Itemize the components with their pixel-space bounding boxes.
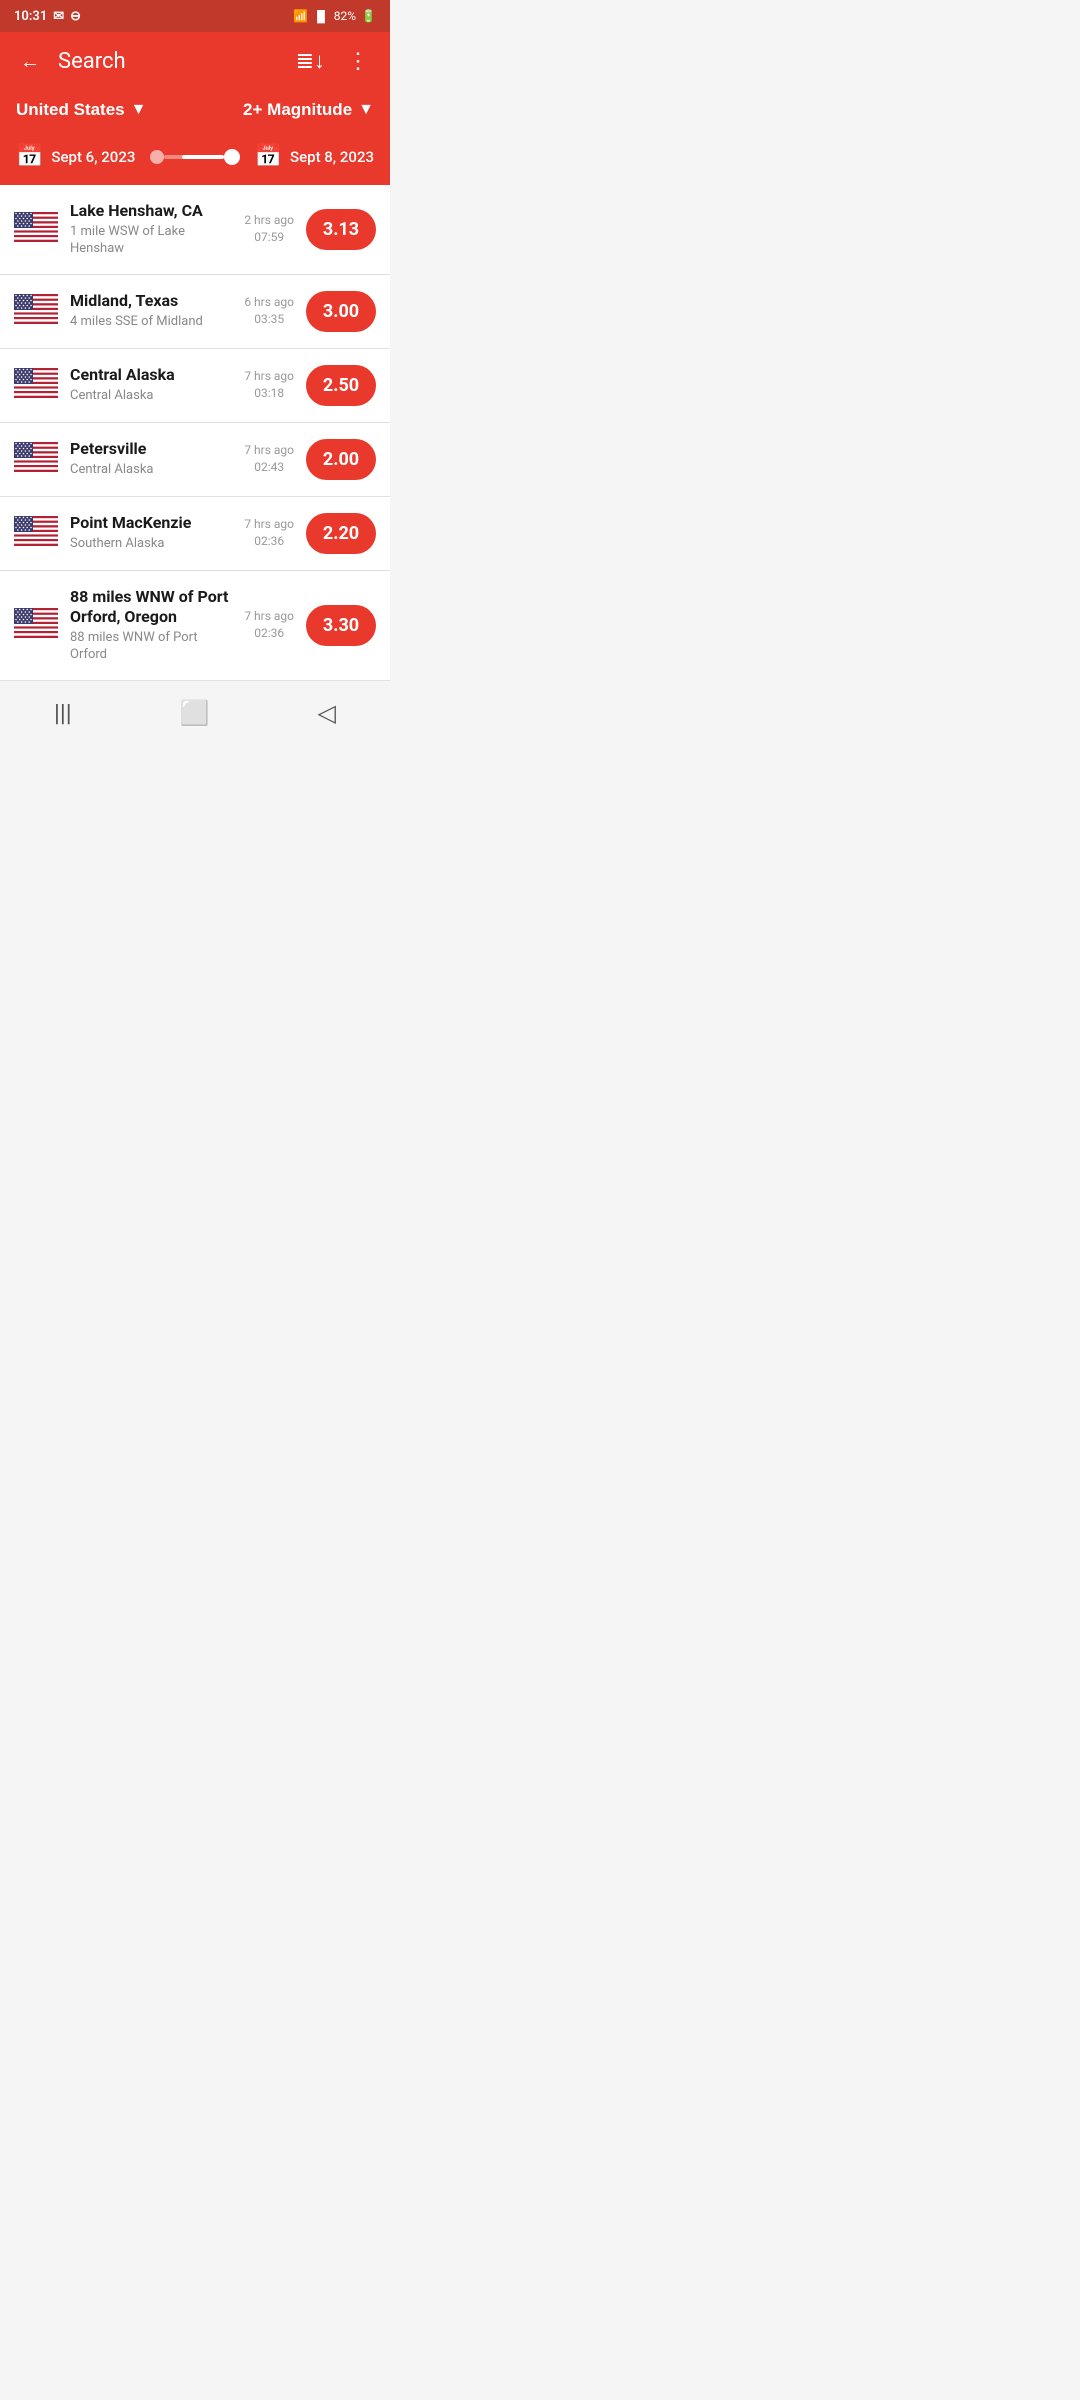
end-date-label: Sept 8, 2023 (290, 148, 374, 166)
more-button[interactable]: ⋮ (343, 45, 374, 78)
quake-title: 88 miles WNW of Port Orford, Oregon (70, 587, 232, 629)
top-bar: ← Search ≣↓ ⋮ (0, 32, 390, 90)
quake-title: Petersville (70, 439, 232, 460)
start-date[interactable]: 📅 Sept 6, 2023 (16, 144, 135, 169)
filter-row: United States ▼ 2+ Magnitude ▼ (0, 90, 390, 134)
quake-title: Point MacKenzie (70, 513, 232, 534)
slider-left-handle[interactable] (150, 150, 164, 164)
quake-title: Lake Henshaw, CA (70, 201, 232, 222)
battery-text: 82% (334, 9, 356, 23)
flag-icon (14, 294, 58, 328)
slider-right-handle[interactable] (224, 149, 240, 165)
quake-info: Petersville Central Alaska (70, 439, 232, 479)
list-item[interactable]: Point MacKenzie Southern Alaska 7 hrs ago0… (0, 497, 390, 571)
status-left: 10:31 ✉ ⊖ (14, 9, 81, 24)
flag-icon (14, 368, 58, 402)
quake-time: 7 hrs ago02:36 (244, 516, 294, 550)
quake-title: Central Alaska (70, 365, 232, 386)
list-item[interactable]: Midland, Texas 4 miles SSE of Midland 6 hr… (0, 275, 390, 349)
quake-time: 7 hrs ago02:43 (244, 442, 294, 476)
minus-circle-icon: ⊖ (70, 9, 81, 24)
list-item[interactable]: Central Alaska Central Alaska 7 hrs ago03:… (0, 349, 390, 423)
magnitude-badge: 3.30 (306, 605, 376, 646)
quake-info: Central Alaska Central Alaska (70, 365, 232, 405)
page-title: Search (58, 49, 278, 74)
calendar-start-icon: 📅 (16, 144, 43, 169)
quake-time: 6 hrs ago03:35 (244, 294, 294, 328)
slider-fill (182, 155, 224, 159)
quake-subtitle: Central Alaska (70, 462, 232, 479)
flag-icon (14, 442, 58, 476)
magnitude-filter-label: 2+ Magnitude (243, 100, 352, 120)
magnitude-badge: 3.00 (306, 291, 376, 332)
quake-info: Point MacKenzie Southern Alaska (70, 513, 232, 553)
quake-subtitle: 4 miles SSE of Midland (70, 314, 232, 331)
slider-track (164, 155, 224, 159)
quake-info: Midland, Texas 4 miles SSE of Midland (70, 291, 232, 331)
magnitude-chevron-icon: ▼ (358, 101, 374, 119)
recents-nav-button[interactable]: ||| (34, 695, 92, 731)
status-bar: 10:31 ✉ ⊖ 📶 ▐▌ 82% 🔋 (0, 0, 390, 32)
quake-time: 2 hrs ago07:59 (244, 212, 294, 246)
back-button[interactable]: ← (16, 45, 44, 78)
start-date-label: Sept 6, 2023 (51, 148, 135, 166)
status-time: 10:31 (14, 9, 47, 24)
sort-button[interactable]: ≣↓ (292, 44, 329, 78)
wifi-icon: 📶 (293, 9, 308, 23)
earthquake-list: Lake Henshaw, CA1 mile WSW of Lake Hensh… (0, 185, 390, 680)
quake-title: Midland, Texas (70, 291, 232, 312)
magnitude-filter-dropdown[interactable]: 2+ Magnitude ▼ (243, 100, 374, 120)
flag-icon (14, 608, 58, 642)
quake-subtitle: 1 mile WSW of Lake Henshaw (70, 224, 232, 258)
calendar-end-icon: 📅 (255, 144, 282, 169)
list-item[interactable]: Lake Henshaw, CA1 mile WSW of Lake Hensh… (0, 185, 390, 275)
quake-info: Lake Henshaw, CA1 mile WSW of Lake Hensh… (70, 201, 232, 258)
magnitude-badge: 2.00 (306, 439, 376, 480)
signal-icon: ▐▌ (313, 10, 329, 23)
quake-subtitle: Southern Alaska (70, 536, 232, 553)
status-right: 📶 ▐▌ 82% 🔋 (293, 9, 376, 23)
flag-icon (14, 212, 58, 246)
country-filter-label: United States (16, 100, 125, 120)
list-item[interactable]: Petersville Central Alaska 7 hrs ago02:43 2… (0, 423, 390, 497)
quake-subtitle: 88 miles WNW of Port Orford (70, 630, 232, 664)
quake-info: 88 miles WNW of Port Orford, Oregon88 mi… (70, 587, 232, 664)
quake-time: 7 hrs ago02:36 (244, 608, 294, 642)
quake-subtitle: Central Alaska (70, 388, 232, 405)
date-range-row: 📅 Sept 6, 2023 📅 Sept 8, 2023 (0, 134, 390, 185)
magnitude-badge: 3.13 (306, 209, 376, 250)
date-range-slider[interactable] (150, 149, 240, 165)
flag-icon (14, 516, 58, 550)
magnitude-badge: 2.20 (306, 513, 376, 554)
back-nav-button[interactable]: ◁ (298, 695, 356, 731)
magnitude-badge: 2.50 (306, 365, 376, 406)
country-filter-dropdown[interactable]: United States ▼ (16, 100, 146, 120)
battery-icon: 🔋 (361, 9, 376, 23)
email-icon: ✉ (53, 9, 64, 24)
home-nav-button[interactable]: ⬜ (160, 695, 230, 731)
end-date[interactable]: 📅 Sept 8, 2023 (255, 144, 374, 169)
country-chevron-icon: ▼ (131, 101, 147, 119)
bottom-nav: ||| ⬜ ◁ (0, 680, 390, 751)
list-item[interactable]: 88 miles WNW of Port Orford, Oregon88 mi… (0, 571, 390, 680)
quake-time: 7 hrs ago03:18 (244, 368, 294, 402)
